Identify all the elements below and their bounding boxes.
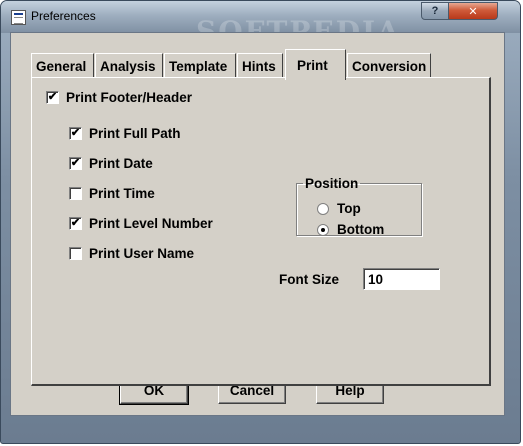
position-bottom-label: Bottom [337, 222, 385, 237]
tab-analysis[interactable]: Analysis [95, 53, 163, 78]
window-title: Preferences [31, 9, 96, 23]
tab-label: General [36, 59, 87, 74]
tab-label: Conversion [352, 59, 427, 74]
position-bottom-radio[interactable]: Bottom [317, 222, 384, 237]
tab-label: Hints [242, 59, 276, 74]
print-full-path-checkbox[interactable]: ✔ Print Full Path [69, 126, 181, 141]
help-icon[interactable]: ? [421, 2, 449, 20]
position-top-radio[interactable]: Top [317, 201, 361, 216]
print-time-checkbox[interactable]: Print Time [69, 186, 155, 201]
font-size-label: Font Size [279, 272, 339, 287]
tab-conversion[interactable]: Conversion [347, 53, 431, 78]
tab-label: Print [297, 58, 328, 73]
print-tab-panel: ✔ Print Footer/Header ✔ Print Full Path … [31, 77, 491, 386]
print-level-number-checkbox[interactable]: ✔ Print Level Number [69, 216, 213, 231]
print-level-number-label: Print Level Number [89, 216, 213, 231]
checkmark-icon: ✔ [69, 127, 82, 140]
radio-circle-selected [317, 223, 329, 236]
app-icon [11, 10, 26, 25]
print-footer-header-checkbox[interactable]: ✔ Print Footer/Header [46, 90, 192, 105]
checkbox-box [69, 247, 82, 260]
checkmark-icon: ✔ [69, 157, 82, 170]
print-date-label: Print Date [89, 156, 153, 171]
radio-circle [317, 202, 329, 215]
tab-general[interactable]: General [31, 53, 94, 78]
position-group-label: Position [305, 176, 359, 191]
checkbox-box [69, 187, 82, 200]
tab-label: Analysis [100, 59, 156, 74]
position-group: Position Top Bottom [296, 176, 422, 237]
checkmark-icon: ✔ [46, 91, 59, 104]
position-top-label: Top [337, 201, 361, 216]
tab-hints[interactable]: Hints [237, 53, 283, 78]
close-icon[interactable]: ✕ [448, 2, 498, 20]
print-footer-header-label: Print Footer/Header [66, 90, 193, 105]
dialog-client-area: General Analysis Template Hints Print Co… [10, 32, 505, 416]
print-time-label: Print Time [89, 186, 155, 201]
font-size-input[interactable] [363, 268, 440, 290]
tab-template[interactable]: Template [164, 53, 236, 78]
tab-label: Template [169, 59, 228, 74]
tab-print[interactable]: Print [285, 49, 346, 80]
close-icon-glyph: ✕ [468, 5, 478, 18]
help-icon-glyph: ? [431, 5, 439, 17]
preferences-window: Preferences SOFTPEDIA ? ✕ General Analys… [0, 0, 521, 444]
title-bar[interactable]: Preferences SOFTPEDIA ? ✕ [1, 1, 520, 48]
print-user-name-label: Print User Name [89, 246, 195, 261]
print-user-name-checkbox[interactable]: Print User Name [69, 246, 194, 261]
checkmark-icon: ✔ [69, 217, 82, 230]
print-full-path-label: Print Full Path [89, 126, 181, 141]
print-date-checkbox[interactable]: ✔ Print Date [69, 156, 153, 171]
